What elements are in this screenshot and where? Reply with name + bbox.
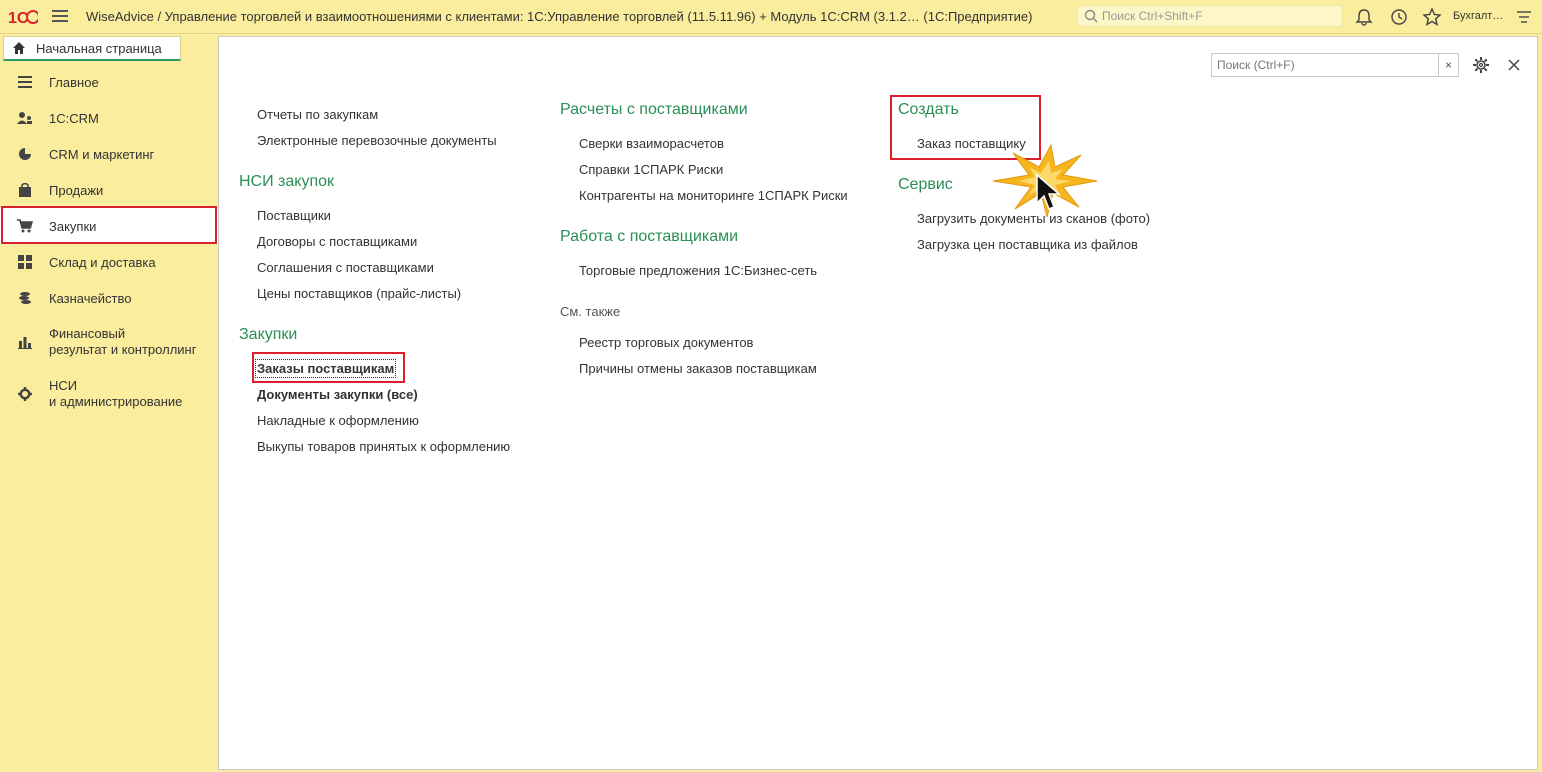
global-search-field[interactable]: Поиск Ctrl+Shift+F xyxy=(1077,5,1343,27)
link-spark-reports[interactable]: Справки 1СПАРК Риски xyxy=(579,162,723,177)
sidebar-item-label-line1: НСИ xyxy=(49,378,78,393)
sidebar-item-1c-crm[interactable]: 1С:CRM xyxy=(0,100,218,136)
sidebar-item-label: Главное xyxy=(49,74,99,90)
star-icon[interactable] xyxy=(1422,7,1442,27)
section-title-create: Создать xyxy=(898,101,959,118)
link-trade-docs-registry[interactable]: Реестр торговых документов xyxy=(579,335,753,350)
panel-search-field[interactable]: × xyxy=(1211,53,1459,77)
sidebar-item-sales[interactable]: Продажи xyxy=(0,172,218,208)
grid-icon xyxy=(17,254,33,270)
see-also-label: См. также xyxy=(560,304,621,319)
bag-icon xyxy=(17,182,33,198)
sidebar: Главное 1С:CRM CRM и маркетинг Продажи З… xyxy=(0,62,218,772)
1c-logo-icon: 1С xyxy=(8,10,38,26)
sidebar-item-label: CRM и маркетинг xyxy=(49,146,155,162)
sidebar-item-finance[interactable]: Финансовый результат и контроллинг xyxy=(0,320,218,364)
link-suppliers[interactable]: Поставщики xyxy=(257,208,331,223)
global-search-placeholder: Поиск Ctrl+Shift+F xyxy=(1102,9,1203,23)
history-icon[interactable] xyxy=(1389,7,1409,27)
sidebar-item-label-line1: Финансовый xyxy=(49,326,126,341)
title-bar: 1С WiseAdvice / Управление торговлей и в… xyxy=(0,0,1542,34)
sidebar-item-label: Казначейство xyxy=(49,290,132,306)
link-supplier-contracts[interactable]: Договоры с поставщиками xyxy=(257,234,417,249)
hamburger-menu-icon[interactable] xyxy=(52,10,68,24)
link-invoices-to-process[interactable]: Накладные к оформлению xyxy=(257,413,419,428)
home-icon xyxy=(13,42,25,54)
gear-icon[interactable] xyxy=(1472,56,1490,74)
link-trade-offers[interactable]: Торговые предложения 1С:Бизнес-сеть xyxy=(579,263,817,278)
section-title-settlements: Расчеты с поставщиками xyxy=(560,101,748,118)
home-tab-label: Начальная страница xyxy=(36,40,162,56)
svg-text:1С: 1С xyxy=(8,10,29,26)
sidebar-item-crm-marketing[interactable]: CRM и маркетинг xyxy=(0,136,218,172)
link-purchase-reports[interactable]: Отчеты по закупкам xyxy=(257,107,378,122)
supplier-orders-highlight-frame xyxy=(252,352,405,383)
section-title-service: Сервис xyxy=(898,176,953,193)
link-e-transport-docs[interactable]: Электронные перевозочные документы xyxy=(257,133,497,148)
gear-icon xyxy=(17,386,33,402)
sidebar-item-warehouse[interactable]: Склад и доставка xyxy=(0,244,218,280)
sidebar-item-label-line2: и администрирование xyxy=(49,394,183,409)
app-title: WiseAdvice / Управление торговлей и взаи… xyxy=(86,9,1033,24)
pie-chart-icon xyxy=(17,146,33,162)
panel-search-input[interactable] xyxy=(1212,54,1438,76)
sidebar-item-label: Продажи xyxy=(49,182,104,198)
purchases-highlight-frame xyxy=(1,206,217,244)
settings-menu-icon[interactable] xyxy=(1514,7,1534,27)
link-supplier-agreements[interactable]: Соглашения с поставщиками xyxy=(257,260,434,275)
close-icon[interactable] xyxy=(1506,57,1522,73)
link-reconciliations[interactable]: Сверки взаиморасчетов xyxy=(579,136,724,151)
link-supplier-prices[interactable]: Цены поставщиков (прайс-листы) xyxy=(257,286,461,301)
bar-chart-icon xyxy=(17,334,33,350)
list-icon xyxy=(17,74,33,90)
sidebar-item-label: Склад и доставка xyxy=(49,254,156,270)
sidebar-item-nsi-admin[interactable]: НСИ и администрирование xyxy=(0,372,218,416)
section-title-nsi: НСИ закупок xyxy=(239,173,335,190)
clear-search-button[interactable]: × xyxy=(1438,54,1458,76)
bell-icon[interactable] xyxy=(1354,7,1374,27)
sidebar-item-treasury[interactable]: Казначейство xyxy=(0,280,218,316)
search-icon xyxy=(1084,9,1098,23)
users-icon xyxy=(17,110,33,126)
main-panel: × Отчеты по закупкам Электронные перевоз… xyxy=(218,36,1538,770)
sidebar-item-label: 1С:CRM xyxy=(49,110,99,126)
tab-home[interactable]: Начальная страница xyxy=(3,36,181,61)
link-spark-monitoring[interactable]: Контрагенты на мониторинге 1СПАРК Риски xyxy=(579,188,848,203)
coins-icon xyxy=(17,290,33,306)
user-name[interactable]: Бухгалт… xyxy=(1453,10,1503,22)
link-load-supplier-prices[interactable]: Загрузка цен поставщика из файлов xyxy=(917,237,1138,252)
section-title-supplier-work: Работа с поставщиками xyxy=(560,228,739,245)
sidebar-item-main[interactable]: Главное xyxy=(0,64,218,100)
sidebar-item-label-line2: результат и контроллинг xyxy=(49,342,197,357)
click-burst-cursor-icon xyxy=(992,143,1098,218)
link-purchase-documents-all[interactable]: Документы закупки (все) xyxy=(257,387,418,402)
link-goods-buyouts[interactable]: Выкупы товаров принятых к оформлению xyxy=(257,439,510,454)
section-title-purchases: Закупки xyxy=(239,326,298,343)
link-order-cancel-reasons[interactable]: Причины отмены заказов поставщикам xyxy=(579,361,817,376)
